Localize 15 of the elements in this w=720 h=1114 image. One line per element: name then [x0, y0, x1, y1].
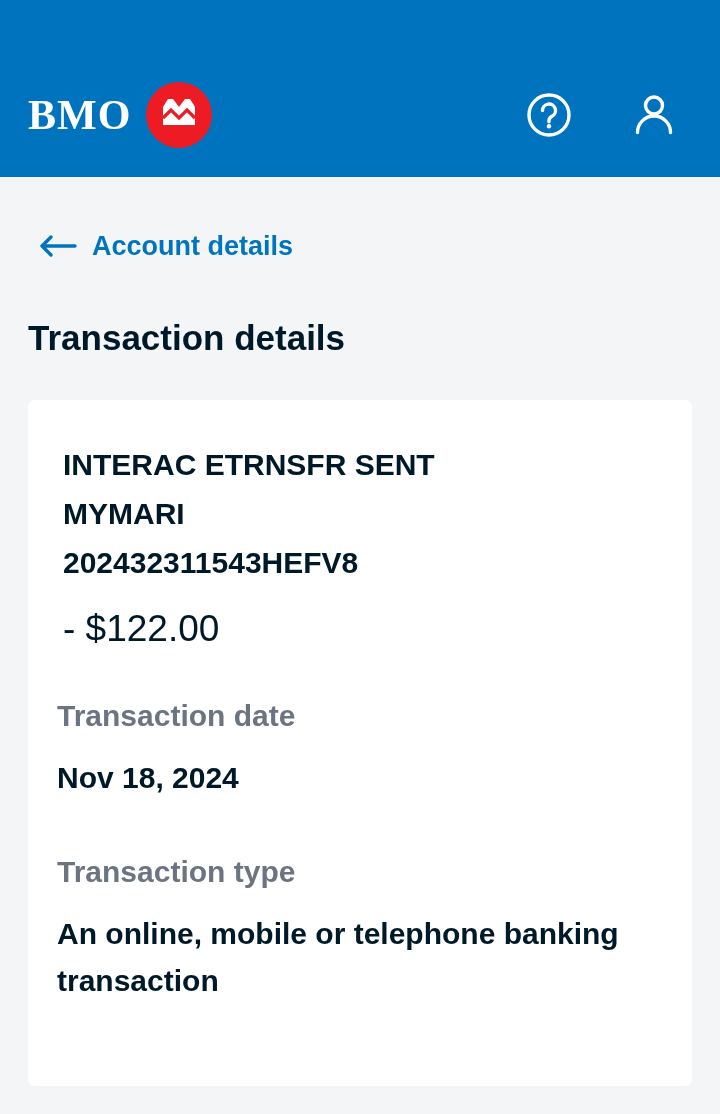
transaction-description: INTERAC ETRNSFR SENT [63, 447, 436, 483]
field-label: Transaction date [57, 698, 297, 734]
logo-text: BMO [28, 94, 132, 136]
logo-roundel-icon [146, 82, 213, 148]
field-value: Nov 18, 2024 [57, 760, 240, 796]
profile-icon[interactable] [635, 95, 673, 135]
field-label: Transaction type [57, 854, 297, 890]
field-value: An online, mobile or telephone banking transaction [57, 916, 620, 999]
transaction-description: MYMARI [63, 496, 186, 532]
help-icon[interactable] [527, 93, 571, 137]
arrow-left-icon [39, 235, 77, 257]
transaction-amount: - $122.00 [63, 607, 221, 651]
back-link[interactable]: Account details [39, 228, 294, 264]
page-title: Transaction details [28, 318, 347, 358]
transaction-description: 202432311543HEFV8 [63, 545, 360, 581]
